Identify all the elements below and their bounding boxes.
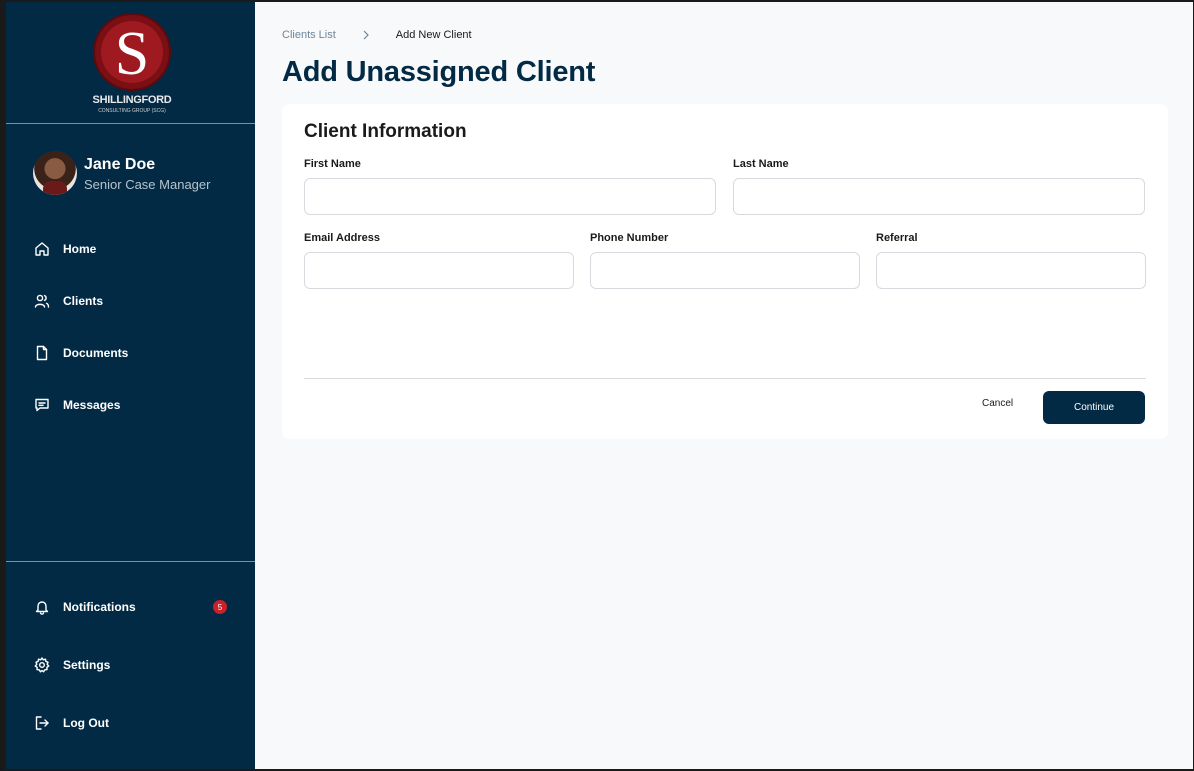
cancel-button[interactable]: Cancel [982,398,1013,409]
logo-subtitle: CONSULTING GROUP (SCG) [98,108,166,114]
section-title: Client Information [304,121,467,142]
form-divider [304,378,1146,379]
client-information-card: Client Information First Name Last Name … [282,104,1168,439]
phone-field[interactable] [590,252,860,289]
referral-label: Referral [876,232,918,244]
last-name-label: Last Name [733,158,789,170]
email-label: Email Address [304,232,381,244]
user-role: Senior Case Manager [84,177,211,192]
gear-icon [33,656,51,674]
sidebar-item-label: Settings [63,658,111,672]
sidebar-item-label: Notifications [63,600,136,614]
sidebar-item-messages[interactable]: Messages [33,393,120,417]
continue-button[interactable]: Continue [1043,391,1145,424]
sidebar-item-settings[interactable]: Settings [33,653,110,677]
sidebar-divider [6,561,255,562]
chevron-right-icon [362,30,370,40]
breadcrumb-current: Add New Client [395,29,472,41]
sidebar-item-label: Messages [63,398,121,412]
sidebar-item-label: Documents [63,346,129,360]
breadcrumb-clients-list[interactable]: Clients List [282,29,336,41]
first-name-label: First Name [304,158,361,170]
email-field[interactable] [304,252,574,289]
page-title: Add Unassigned Client [282,56,596,88]
avatar [33,151,77,195]
sidebar-divider [6,123,255,124]
home-icon [33,240,51,258]
sidebar-item-documents[interactable]: Documents [33,341,128,365]
sidebar-item-notifications[interactable]: Notifications 5 [33,595,233,619]
sidebar-item-label: Log Out [63,716,109,730]
sidebar: S SHILLINGFORD CONSULTING GROUP (SCG) Ja… [6,2,255,769]
notification-count-badge: 5 [213,600,227,614]
sidebar-item-logout[interactable]: Log Out [33,711,109,735]
document-icon [33,344,51,362]
logo-letter: S [115,20,149,88]
company-logo: S SHILLINGFORD CONSULTING GROUP (SCG) [90,12,174,116]
users-icon [33,292,51,310]
app-frame: S SHILLINGFORD CONSULTING GROUP (SCG) Ja… [6,2,1193,769]
bell-icon [33,598,51,616]
referral-field[interactable] [876,252,1146,289]
logo-name: SHILLINGFORD [92,94,172,106]
breadcrumb: Clients List Add New Client [282,29,472,41]
user-name: Jane Doe [84,156,156,173]
first-name-field[interactable] [304,178,716,215]
logout-icon [33,714,51,732]
message-icon [33,396,51,414]
sidebar-item-label: Home [63,242,97,256]
sidebar-item-home[interactable]: Home [33,237,96,261]
last-name-field[interactable] [733,178,1145,215]
phone-label: Phone Number [590,232,669,244]
sidebar-item-clients[interactable]: Clients [33,289,103,313]
sidebar-item-label: Clients [63,294,104,308]
